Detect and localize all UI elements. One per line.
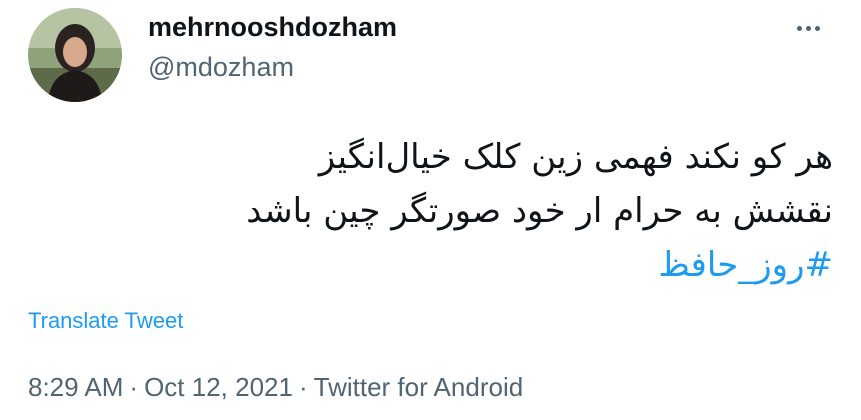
avatar[interactable] bbox=[28, 8, 122, 102]
more-options-button[interactable] bbox=[790, 16, 826, 40]
tweet-metadata: 8:29 AM · Oct 12, 2021 · Twitter for Android bbox=[28, 372, 523, 403]
user-handle[interactable]: @mdozham bbox=[148, 52, 294, 83]
display-name[interactable]: mehrnooshdozham bbox=[148, 12, 397, 43]
tweet-date[interactable]: Oct 12, 2021 bbox=[144, 372, 293, 402]
profile-photo-icon bbox=[28, 8, 122, 102]
tweet-text-line: هر کو نکند فهمی زین کلک خیال‌انگیز bbox=[318, 137, 833, 177]
more-icon-dot bbox=[805, 25, 811, 31]
meta-separator: · bbox=[298, 372, 308, 402]
translate-tweet-link[interactable]: Translate Tweet bbox=[28, 308, 183, 334]
tweet-text: هر کو نکند فهمی زین کلک خیال‌انگیز نقشش … bbox=[33, 130, 833, 292]
tweet-text-line: #روز_حافظ bbox=[33, 238, 833, 292]
tweet-text-line: نقشش به حرام ار خود صورتگر چین باشد bbox=[246, 191, 833, 231]
tweet-source[interactable]: Twitter for Android bbox=[314, 372, 524, 402]
tweet-card: mehrnooshdozham @mdozham هر کو نکند فهمی… bbox=[0, 0, 861, 420]
more-icon-dot bbox=[814, 25, 820, 31]
more-icon-dot bbox=[796, 25, 802, 31]
meta-separator: · bbox=[129, 372, 139, 402]
hashtag-link[interactable]: #روز_حافظ bbox=[658, 245, 833, 285]
tweet-time[interactable]: 8:29 AM bbox=[28, 372, 123, 402]
